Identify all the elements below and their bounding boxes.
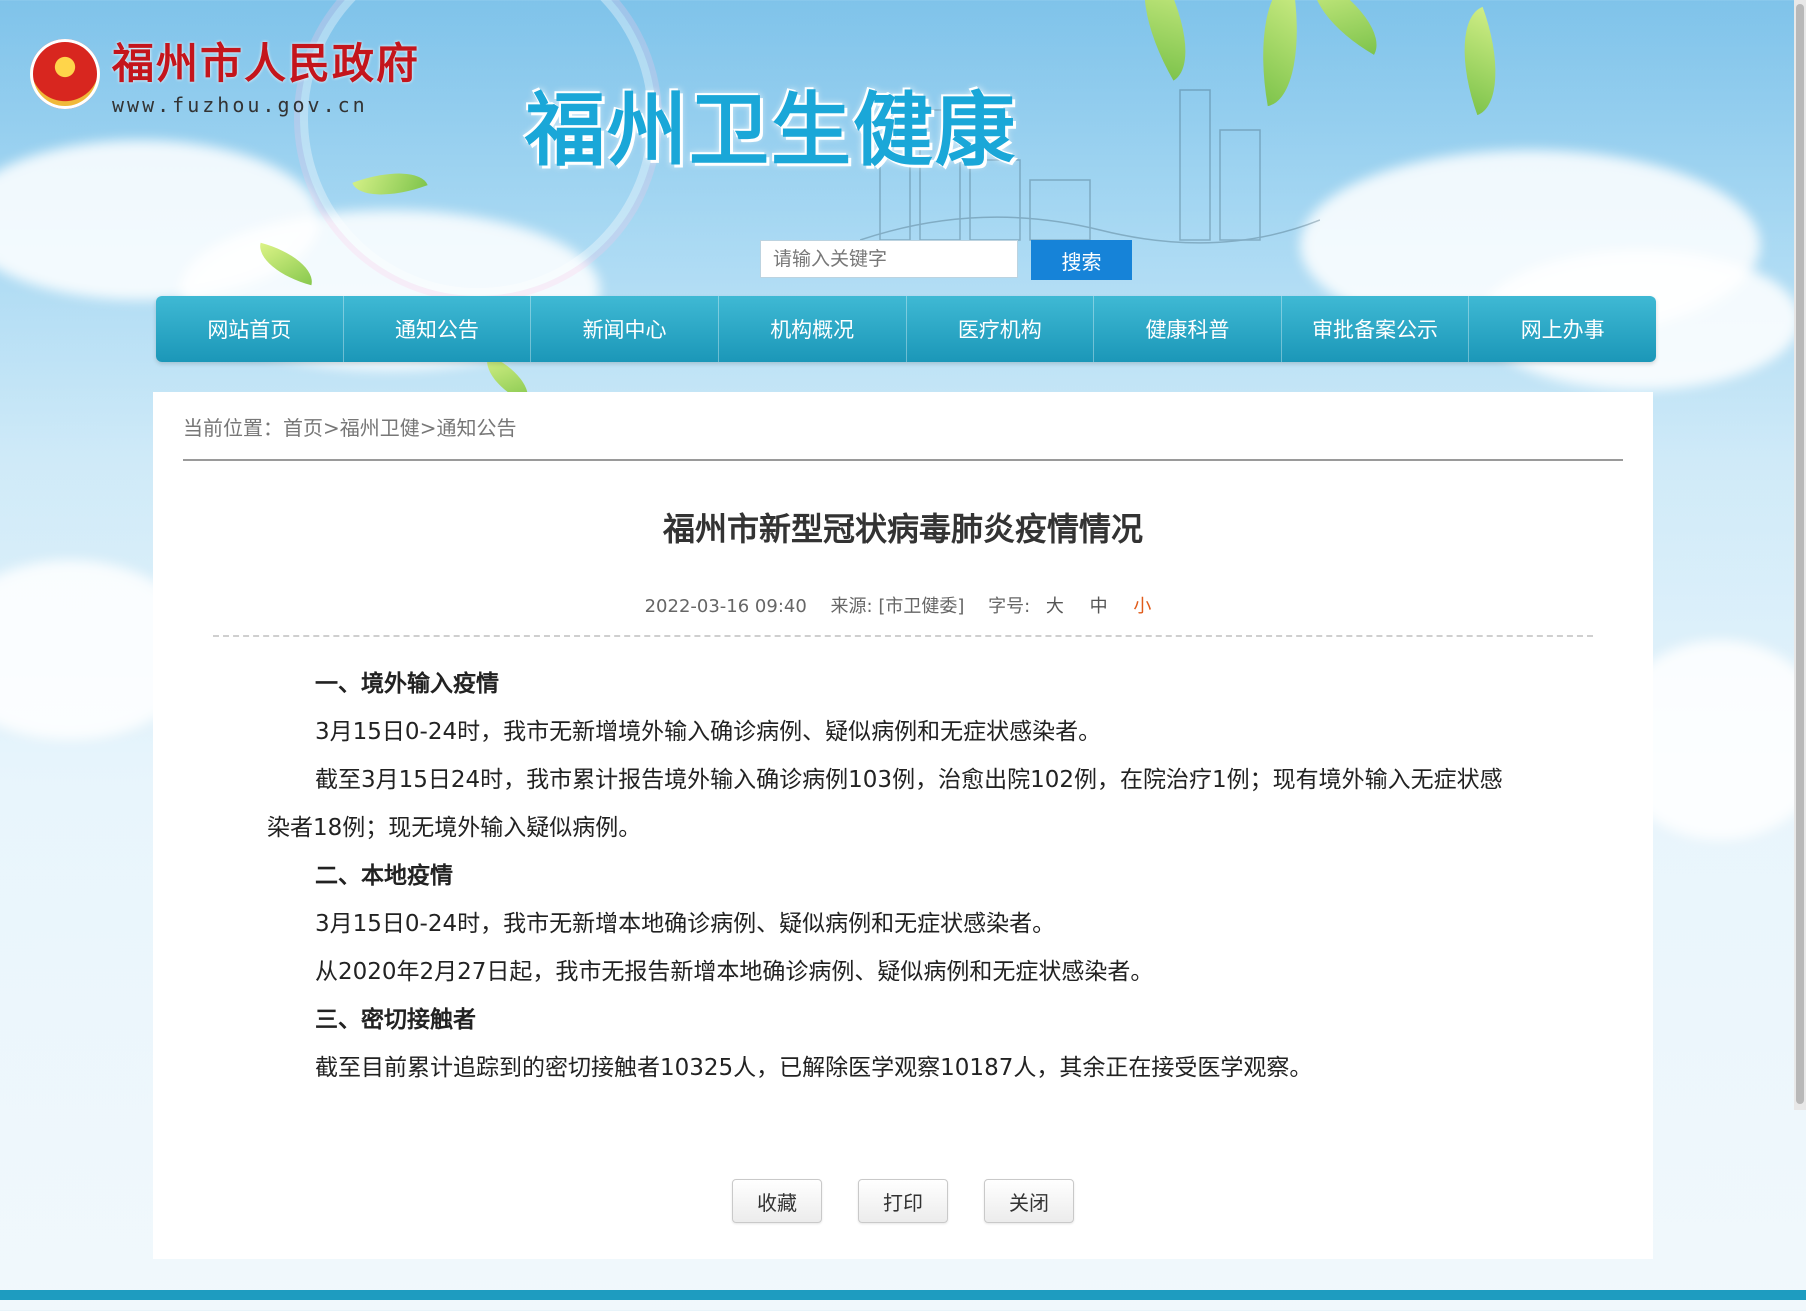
font-size-medium[interactable]: 中: [1090, 596, 1108, 617]
breadcrumb-link-home[interactable]: 首页: [283, 416, 323, 440]
print-button[interactable]: 打印: [858, 1179, 948, 1223]
article-date: 2022-03-16 09:40: [644, 596, 807, 617]
nav-item-health-science[interactable]: 健康科普: [1094, 296, 1282, 362]
meta-divider: [213, 635, 1593, 637]
nav-item-notices[interactable]: 通知公告: [344, 296, 532, 362]
site-title: 福州卫生健康: [525, 84, 1017, 177]
article-card: 当前位置：首页>福州卫健>通知公告 福州市新型冠状病毒肺炎疫情情况 2022-0…: [153, 392, 1653, 1259]
article-source: 来源: [市卫健委]: [830, 596, 965, 617]
breadcrumb-separator: >: [419, 416, 437, 440]
breadcrumb-link-notices[interactable]: 通知公告: [437, 416, 517, 440]
close-button[interactable]: 关闭: [984, 1179, 1074, 1223]
nav-item-home[interactable]: 网站首页: [156, 296, 344, 362]
nav-item-medical-institutions[interactable]: 医疗机构: [907, 296, 1095, 362]
article-meta: 2022-03-16 09:40 来源: [市卫健委] 字号: 大 中 小: [153, 592, 1653, 618]
breadcrumb-divider: [183, 459, 1623, 461]
section-heading: 二、本地疫情: [315, 863, 453, 889]
breadcrumb-link-fzwj[interactable]: 福州卫健: [340, 416, 420, 440]
section-heading: 三、密切接触者: [315, 1007, 476, 1033]
gov-logo[interactable]: 福州市人民政府 www.fuzhou.gov.cn: [30, 30, 420, 117]
article-title: 福州市新型冠状病毒肺炎疫情情况: [662, 510, 1143, 548]
leaf-decoration: [1296, 0, 1394, 55]
gov-url: www.fuzhou.gov.cn: [112, 93, 368, 117]
footer-bar: [0, 1290, 1806, 1300]
article-paragraph: 截至3月15日24时，我市累计报告境外输入确诊病例103例，治愈出院102例，在…: [267, 767, 1503, 841]
article-actions: 收藏 打印 关闭: [153, 1179, 1653, 1223]
nav-item-approval[interactable]: 审批备案公示: [1282, 296, 1470, 362]
scrollbar-thumb[interactable]: [1796, 4, 1804, 1104]
section-heading: 一、境外输入疫情: [315, 671, 499, 697]
nav-item-online-services[interactable]: 网上办事: [1469, 296, 1656, 362]
font-size-small[interactable]: 小: [1133, 596, 1151, 617]
favorite-button[interactable]: 收藏: [732, 1179, 822, 1223]
leaf-decoration: [1118, 0, 1212, 81]
breadcrumb-prefix: 当前位置：: [183, 416, 283, 440]
search-button[interactable]: 搜索: [1031, 240, 1132, 280]
gov-name: 福州市人民政府: [112, 39, 421, 88]
font-size-large[interactable]: 大: [1046, 596, 1064, 617]
leaf-decoration: [1443, 6, 1517, 116]
article-paragraph: 3月15日0-24时，我市无新增境外输入确诊病例、疑似病例和无症状感染者。: [315, 719, 1102, 745]
font-size-label: 字号:: [988, 596, 1031, 617]
breadcrumb-separator: >: [323, 416, 340, 440]
article-paragraph: 截至目前累计追踪到的密切接触者10325人，已解除医学观察10187人，其余正在…: [315, 1055, 1313, 1081]
national-emblem-icon: [30, 38, 100, 109]
nav-item-news[interactable]: 新闻中心: [531, 296, 719, 362]
article-paragraph: 从2020年2月27日起，我市无报告新增本地确诊病例、疑似病例和无症状感染者。: [315, 959, 1154, 985]
scrollbar[interactable]: [1794, 0, 1806, 1110]
nav-item-about[interactable]: 机构概况: [719, 296, 907, 362]
search-input[interactable]: [760, 240, 1018, 278]
article-paragraph: 3月15日0-24时，我市无新增本地确诊病例、疑似病例和无症状感染者。: [315, 911, 1056, 937]
article-body: 一、境外输入疫情 3月15日0-24时，我市无新增境外输入确诊病例、疑似病例和无…: [267, 660, 1517, 1092]
breadcrumb: 当前位置：首页>福州卫健>通知公告: [183, 412, 517, 441]
main-nav: 网站首页 通知公告 新闻中心 机构概况 医疗机构 健康科普 审批备案公示 网上办…: [156, 296, 1656, 362]
